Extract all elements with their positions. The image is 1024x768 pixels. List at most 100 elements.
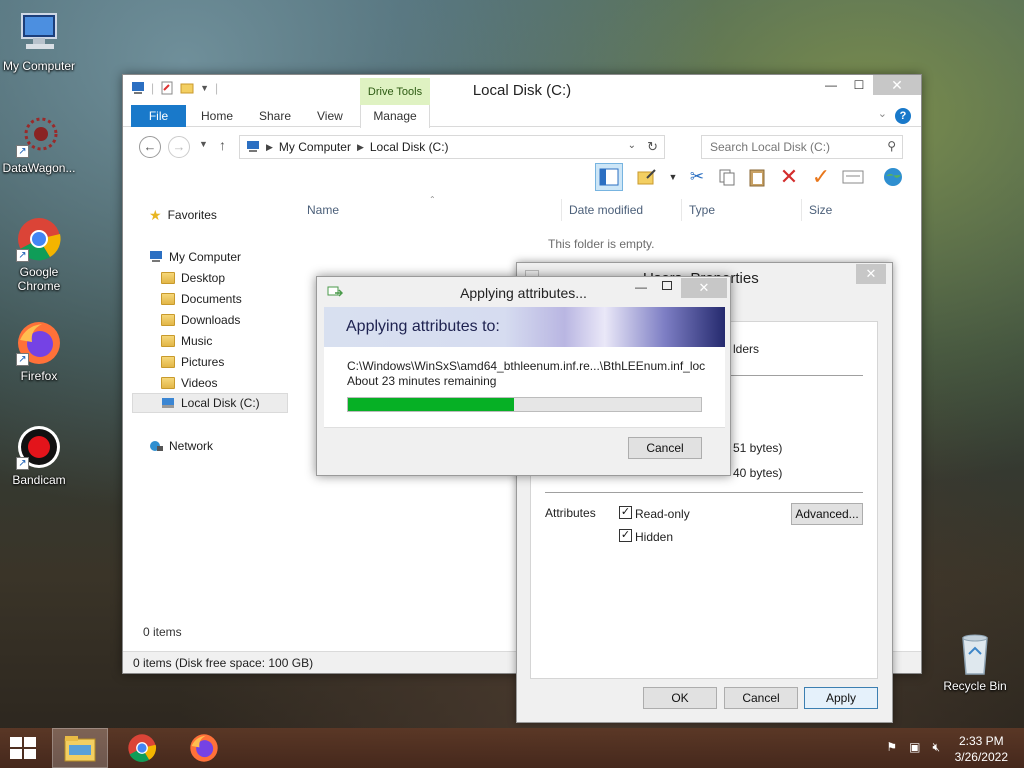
rename-check-icon[interactable]: ✓: [807, 163, 835, 191]
hidden-checkbox[interactable]: ✓: [619, 529, 632, 542]
column-type[interactable]: Type: [689, 203, 715, 217]
desktop-icon-label: Recycle Bin: [943, 679, 1007, 693]
maximize-button[interactable]: ☐: [845, 75, 873, 95]
desktop-icon-my-computer[interactable]: My Computer: [0, 10, 78, 73]
computer-small-icon: [150, 251, 162, 262]
advanced-button[interactable]: Advanced...: [791, 503, 863, 525]
start-button[interactable]: [10, 737, 38, 761]
address-dropdown-icon[interactable]: ⌄: [628, 140, 636, 151]
search-icon: ⚲: [887, 139, 896, 153]
forward-button[interactable]: →: [168, 136, 190, 158]
window-controls: — ☐ ✕: [817, 75, 921, 95]
tab-manage[interactable]: Manage: [360, 105, 430, 128]
nav-local-disk-label: Local Disk (C:): [181, 396, 260, 410]
properties-close-button[interactable]: ✕: [856, 264, 886, 284]
nav-network[interactable]: Network: [149, 436, 213, 456]
desktop-icon-bandicam[interactable]: ↗ Bandicam: [0, 424, 78, 487]
hidden-label[interactable]: Hidden: [635, 530, 673, 544]
breadcrumb-separator-icon[interactable]: ▶: [357, 142, 364, 153]
taskbar-chrome[interactable]: [114, 728, 170, 768]
column-size[interactable]: Size: [809, 203, 832, 217]
maximize-button[interactable]: [662, 281, 672, 290]
delete-icon[interactable]: ✕: [775, 163, 803, 191]
ribbon-collapse-icon[interactable]: ⌄: [878, 107, 887, 120]
nav-desktop[interactable]: Desktop: [161, 268, 225, 288]
applying-cancel-button[interactable]: Cancel: [628, 437, 702, 459]
column-date-modified[interactable]: Date modified: [569, 203, 643, 217]
nav-pictures[interactable]: Pictures: [161, 352, 224, 372]
desktop-icon-firefox[interactable]: ↗ Firefox: [0, 320, 78, 383]
recent-locations-icon[interactable]: ▼: [199, 139, 208, 149]
nav-music[interactable]: Music: [161, 331, 212, 351]
refresh-icon[interactable]: ↻: [647, 139, 658, 155]
properties-small-icon[interactable]: [839, 163, 867, 191]
column-divider[interactable]: [801, 199, 802, 221]
taskbar-file-explorer[interactable]: [52, 728, 108, 768]
cut-icon[interactable]: ✂: [683, 163, 711, 191]
desktop-icon-chrome[interactable]: ↗ Google Chrome: [0, 216, 78, 293]
back-button[interactable]: ←: [139, 136, 161, 158]
paste-icon[interactable]: [743, 163, 771, 191]
nav-local-disk[interactable]: Local Disk (C:): [132, 393, 288, 413]
nav-videos[interactable]: Videos: [161, 373, 217, 393]
close-button[interactable]: ✕: [873, 75, 921, 95]
copy-icon[interactable]: [713, 163, 741, 191]
readonly-label[interactable]: Read-only: [635, 507, 690, 521]
column-divider[interactable]: [561, 199, 562, 221]
network-status-icon[interactable]: ▣: [909, 740, 920, 755]
divider: [545, 492, 863, 493]
help-icon[interactable]: ?: [895, 108, 911, 124]
nav-documents[interactable]: Documents: [161, 289, 242, 309]
globe-icon[interactable]: [879, 163, 907, 191]
preview-pane-icon[interactable]: [595, 163, 623, 191]
clock[interactable]: 2:33 PM 3/26/2022: [955, 733, 1008, 765]
column-name[interactable]: Name: [307, 203, 339, 217]
minimize-button[interactable]: —: [817, 75, 845, 95]
nav-my-computer[interactable]: My Computer: [149, 247, 241, 267]
nav-my-computer-label: My Computer: [169, 250, 242, 264]
volume-muted-icon[interactable]: 🔇︎: [932, 740, 940, 755]
address-row: ← → ▼ ↑ ▶ My Computer ▶ Local Disk (C:) …: [123, 127, 921, 161]
firefox-icon: ↗: [16, 320, 62, 366]
explorer-titlebar[interactable]: | ▼ | Drive Tools Local Disk (C:) — ☐ ✕: [123, 75, 921, 105]
folder-icon: [161, 314, 175, 326]
tab-home[interactable]: Home: [201, 105, 233, 127]
desktop-icon-label: Firefox: [20, 369, 58, 383]
applying-heading: Applying attributes to:: [324, 307, 725, 347]
nav-downloads[interactable]: Downloads: [161, 310, 240, 330]
folder-options-icon[interactable]: [633, 163, 661, 191]
nav-favorites[interactable]: ★ Favorites: [149, 205, 217, 225]
nav-desktop-label: Desktop: [181, 271, 226, 285]
close-button[interactable]: ✕: [681, 278, 727, 298]
taskbar-firefox[interactable]: [176, 728, 232, 768]
current-file-path: C:\Windows\WinSxS\amd64_bthleenum.inf.re…: [347, 359, 706, 373]
shortcut-arrow-icon: ↗: [16, 145, 29, 158]
desktop-icon-recycle-bin[interactable]: Recycle Bin: [936, 630, 1014, 693]
shortcut-arrow-icon: ↗: [16, 249, 29, 262]
ok-button[interactable]: OK: [643, 687, 717, 709]
bandicam-icon: ↗: [16, 424, 62, 470]
breadcrumb-local-disk[interactable]: Local Disk (C:): [370, 140, 449, 154]
action-center-flag-icon[interactable]: ⚑: [886, 740, 897, 755]
desktop-icon-label: DataWagon...: [2, 161, 76, 175]
up-button[interactable]: ↑: [219, 137, 226, 153]
apply-button[interactable]: Apply: [804, 687, 878, 709]
properties-cancel-button[interactable]: Cancel: [724, 687, 798, 709]
firefox-icon: [190, 734, 218, 762]
desktop-icon-label: My Computer: [2, 59, 76, 73]
readonly-checkbox[interactable]: ✓: [619, 506, 632, 519]
desktop-icon-datawagon[interactable]: ↗ DataWagon...: [0, 112, 78, 175]
address-bar[interactable]: ▶ My Computer ▶ Local Disk (C:) ⌄ ↻: [239, 135, 665, 159]
time-remaining: About 23 minutes remaining: [347, 374, 497, 388]
applying-body: C:\Windows\WinSxS\amd64_bthleenum.inf.re…: [324, 347, 725, 427]
breadcrumb-my-computer[interactable]: My Computer: [279, 140, 351, 154]
tab-share[interactable]: Share: [259, 105, 291, 127]
breadcrumb-separator-icon[interactable]: ▶: [266, 142, 273, 153]
progress-bar: [347, 397, 702, 412]
column-divider[interactable]: [681, 199, 682, 221]
folder-icon: [161, 335, 175, 347]
search-input[interactable]: Search Local Disk (C:) ⚲: [701, 135, 903, 159]
tab-file[interactable]: File: [131, 105, 186, 127]
tab-view[interactable]: View: [317, 105, 343, 127]
minimize-button[interactable]: —: [635, 280, 647, 294]
